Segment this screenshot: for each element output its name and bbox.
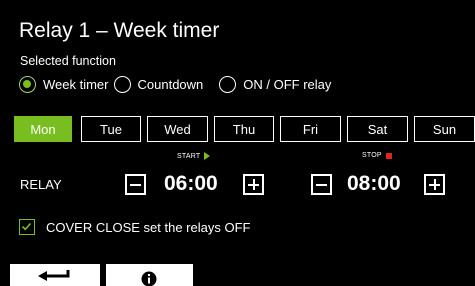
day-tab-tue[interactable]: Tue <box>81 116 141 142</box>
start-label: START <box>177 152 201 160</box>
relay-week-timer-screen: Relay 1 – Week timer Selected function W… <box>0 0 475 286</box>
radio-unchecked-icon <box>113 75 131 93</box>
cover-close-label: COVER CLOSE set the relays OFF <box>46 219 251 235</box>
info-icon <box>141 271 157 286</box>
day-tab-sun[interactable]: Sun <box>414 116 475 142</box>
day-tab-thu[interactable]: Thu <box>214 116 274 142</box>
selected-function-label: Selected function <box>20 54 116 68</box>
stop-icon <box>385 152 392 159</box>
start-decrease-button[interactable] <box>125 174 146 195</box>
plus-icon-v <box>433 179 436 190</box>
radio-countdown[interactable]: Countdown <box>113 75 204 93</box>
plus-icon-v <box>252 179 255 190</box>
start-time-value: 06:00 <box>164 172 218 195</box>
day-tab-fri[interactable]: Fri <box>280 116 341 142</box>
radio-on-off-relay-label: ON / OFF relay <box>243 76 332 92</box>
stop-label: STOP <box>362 152 382 159</box>
start-header: START <box>177 152 211 160</box>
cover-close-option: COVER CLOSE set the relays OFF <box>19 219 250 235</box>
radio-checked-icon <box>19 75 36 93</box>
minus-icon <box>130 183 141 186</box>
day-tab-sat[interactable]: Sat <box>347 116 408 142</box>
minus-icon <box>316 183 327 186</box>
radio-week-timer[interactable]: Week timer <box>19 75 109 93</box>
stop-time-value: 08:00 <box>347 172 401 195</box>
cover-close-checkbox[interactable] <box>19 219 35 235</box>
back-button[interactable] <box>10 264 100 286</box>
start-increase-button[interactable] <box>243 174 264 195</box>
function-radio-group: Week timer Countdown ON / OFF relay <box>19 74 331 94</box>
play-icon <box>204 152 211 160</box>
page-title: Relay 1 – Week timer <box>19 19 220 42</box>
radio-unchecked-icon <box>219 75 237 93</box>
stop-increase-button[interactable] <box>424 174 445 195</box>
info-button[interactable] <box>106 264 193 286</box>
stop-decrease-button[interactable] <box>311 174 332 195</box>
radio-week-timer-label: Week timer <box>43 76 109 92</box>
stop-header: STOP <box>362 152 392 159</box>
checkmark-icon <box>21 222 32 231</box>
radio-countdown-label: Countdown <box>137 76 204 92</box>
back-arrow-icon <box>38 270 70 281</box>
day-tab-wed[interactable]: Wed <box>147 116 208 142</box>
relay-row-label: RELAY <box>20 177 62 192</box>
day-tab-mon[interactable]: Mon <box>14 116 72 142</box>
radio-on-off-relay[interactable]: ON / OFF relay <box>219 75 332 93</box>
